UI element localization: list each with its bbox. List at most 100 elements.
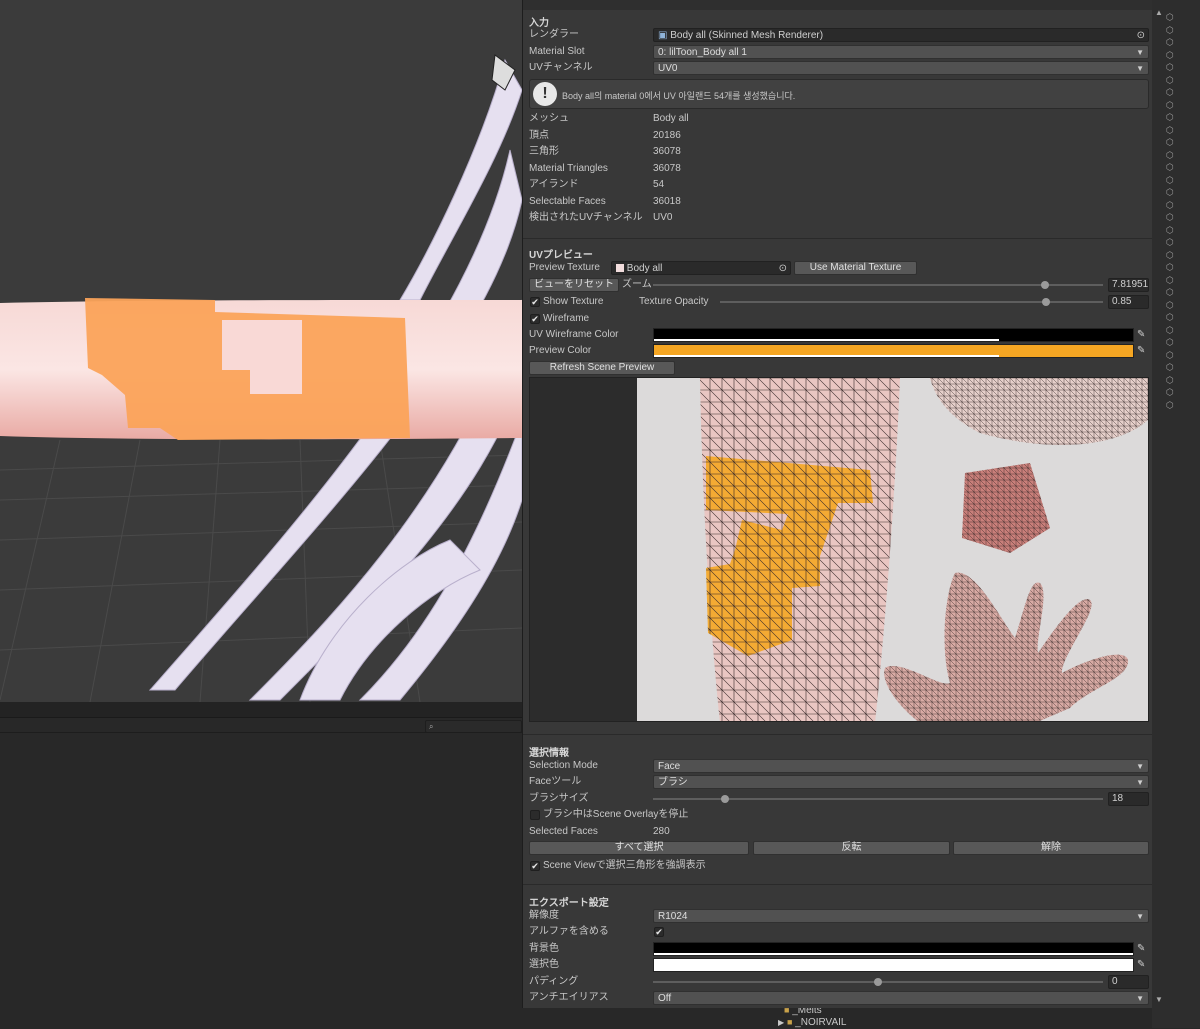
gameobject-cube-icon[interactable]: ⬡ [1166, 187, 1174, 197]
stat-value: 36078 [653, 162, 681, 174]
preview-color-field[interactable] [653, 344, 1134, 358]
resolution-dropdown[interactable]: R1024 ▼ [653, 909, 1149, 923]
gameobject-cube-icon[interactable]: ⬡ [1166, 12, 1174, 22]
gameobject-cube-icon[interactable]: ⬡ [1166, 137, 1174, 147]
gameobject-cube-icon[interactable]: ⬡ [1166, 362, 1174, 372]
scene-viewport-render[interactable] [0, 0, 522, 702]
gameobject-cube-icon[interactable]: ⬡ [1166, 237, 1174, 247]
preview-texture-value: Body all [626, 263, 663, 274]
gameobject-cube-icon[interactable]: ⬡ [1166, 112, 1174, 122]
gameobject-cube-icon[interactable]: ⬡ [1166, 325, 1174, 335]
gameobject-cube-icon[interactable]: ⬡ [1166, 100, 1174, 110]
include-alpha-checkbox[interactable]: ✔ [654, 927, 664, 937]
gameobject-cube-icon[interactable]: ⬡ [1166, 212, 1174, 222]
wireframe-checkbox[interactable]: ✔ [530, 314, 540, 324]
zoom-slider-knob[interactable] [1040, 281, 1049, 289]
gameobject-cube-icon[interactable]: ⬡ [1166, 225, 1174, 235]
uv-channel-label: UVチャンネル [529, 62, 593, 73]
eyedropper-icon[interactable]: ✎ [1137, 959, 1147, 971]
uv-preview-image[interactable] [530, 378, 1149, 722]
antialias-dropdown[interactable]: Off ▼ [653, 991, 1149, 1005]
brush-size-label: ブラシサイズ [529, 793, 589, 804]
gameobject-cube-icon[interactable]: ⬡ [1166, 50, 1174, 60]
scroll-down-icon[interactable]: ▼ [1155, 995, 1163, 1004]
texture-opacity-value-field[interactable]: 0.85 [1108, 295, 1149, 309]
gameobject-cube-icon[interactable]: ⬡ [1166, 125, 1174, 135]
texture-opacity-slider-knob[interactable] [1041, 298, 1050, 306]
material-slot-dropdown[interactable]: 0: lilToon_Body all 1 ▼ [653, 45, 1149, 59]
uv-wireframe-color-field[interactable] [653, 328, 1134, 342]
highlight-checkbox[interactable]: ✔ [530, 861, 540, 871]
zoom-slider[interactable] [653, 284, 1103, 286]
padding-slider-knob[interactable] [874, 978, 882, 986]
sel-color-field[interactable] [653, 958, 1134, 972]
object-picker-icon[interactable]: ⊙ [1137, 29, 1145, 41]
list-item[interactable]: ▶ ■ _NOIRVAIL [778, 1016, 846, 1028]
padding-value-field[interactable]: 0 [1108, 975, 1149, 989]
gameobject-cube-icon[interactable]: ⬡ [1166, 300, 1174, 310]
eyedropper-icon[interactable]: ✎ [1137, 345, 1147, 357]
stat-value: Body all [653, 113, 689, 124]
gameobject-cube-icon[interactable]: ⬡ [1166, 87, 1174, 97]
gameobject-cube-icon[interactable]: ⬡ [1166, 175, 1174, 185]
face-tool-label: Faceツール [529, 776, 582, 787]
gameobject-cube-icon[interactable]: ⬡ [1166, 37, 1174, 47]
chevron-down-icon: ▼ [1136, 778, 1144, 787]
gameobject-cube-icon[interactable]: ⬡ [1166, 25, 1174, 35]
eyedropper-icon[interactable]: ✎ [1137, 943, 1147, 955]
include-alpha-label: アルファを含める [529, 926, 609, 937]
scroll-up-icon[interactable]: ▲ [1155, 8, 1163, 17]
uv-preview-canvas[interactable] [529, 377, 1149, 722]
chevron-down-icon: ▼ [1136, 48, 1144, 57]
gameobject-cube-icon[interactable]: ⬡ [1166, 200, 1174, 210]
stat-label: Selectable Faces [529, 195, 606, 207]
select-all-button[interactable]: すべて選択 [529, 841, 749, 855]
object-picker-icon[interactable]: ⊙ [779, 262, 787, 274]
refresh-scene-preview-button[interactable]: Refresh Scene Preview [529, 361, 675, 375]
selection-mode-dropdown[interactable]: Face ▼ [653, 759, 1149, 773]
gameobject-cube-icon[interactable]: ⬡ [1166, 287, 1174, 297]
zoom-label: ズーム [622, 279, 652, 290]
gameobject-cube-icon[interactable]: ⬡ [1166, 150, 1174, 160]
renderer-field[interactable]: ▣ Body all (Skinned Mesh Renderer) ⊙ [653, 28, 1149, 42]
preview-texture-label: Preview Texture [529, 262, 600, 273]
texture-opacity-label: Texture Opacity [639, 296, 709, 307]
gameobject-cube-icon[interactable]: ⬡ [1166, 400, 1174, 410]
sel-color-label: 選択色 [529, 959, 559, 970]
gameobject-cube-icon[interactable]: ⬡ [1166, 375, 1174, 385]
use-material-texture-button[interactable]: Use Material Texture [794, 261, 917, 275]
gameobject-cube-icon[interactable]: ⬡ [1166, 350, 1174, 360]
face-tool-dropdown[interactable]: ブラシ ▼ [653, 775, 1149, 789]
renderer-label: レンダラー [529, 29, 579, 40]
gameobject-cube-icon[interactable]: ⬡ [1166, 275, 1174, 285]
eyedropper-icon[interactable]: ✎ [1137, 329, 1147, 341]
gameobject-cube-icon[interactable]: ⬡ [1166, 262, 1174, 272]
brush-size-slider-knob[interactable] [721, 795, 729, 803]
zoom-value-field[interactable]: 7.81951 [1108, 278, 1149, 292]
stat-label: 頂点 [529, 129, 549, 141]
brush-size-value-field[interactable]: 18 [1108, 792, 1149, 806]
clear-button[interactable]: 解除 [953, 841, 1149, 855]
section-header-uv-preview: UVプレビュー [529, 250, 593, 261]
show-texture-checkbox[interactable]: ✔ [530, 297, 540, 307]
stop-overlay-checkbox[interactable] [530, 810, 540, 820]
bg-color-field[interactable] [653, 942, 1134, 956]
renderer-value: Body all (Skinned Mesh Renderer) [670, 30, 824, 41]
gameobject-cube-icon[interactable]: ⬡ [1166, 312, 1174, 322]
gameobject-cube-icon[interactable]: ⬡ [1166, 75, 1174, 85]
gameobject-cube-icon[interactable]: ⬡ [1166, 337, 1174, 347]
hierarchy-strip: ⬡ ⬡ ⬡ ⬡ ⬡ ⬡ ⬡ ⬡ ⬡ ⬡ ⬡ ⬡ ⬡ ⬡ ⬡ ⬡ ⬡ ⬡ ⬡ ⬡ ⬡ ⬡ ⬡ ⬡ ⬡ ⬡ ⬡ ⬡ ⬡ ⬡ ⬡ ⬡ [1152, 0, 1200, 1028]
gameobject-cube-icon[interactable]: ⬡ [1166, 62, 1174, 72]
texture-thumbnail-icon [616, 264, 624, 273]
invert-button[interactable]: 反転 [753, 841, 950, 855]
scene-view[interactable] [0, 0, 522, 702]
reset-view-button[interactable]: ビューをリセット [529, 278, 619, 292]
preview-texture-field[interactable]: Body all ⊙ [611, 261, 791, 275]
chevron-down-icon: ▼ [1136, 64, 1144, 73]
chevron-down-icon: ▼ [1136, 762, 1144, 771]
uv-channel-dropdown[interactable]: UV0 ▼ [653, 61, 1149, 75]
gameobject-cube-icon[interactable]: ⬡ [1166, 250, 1174, 260]
gameobject-cube-icon[interactable]: ⬡ [1166, 162, 1174, 172]
stat-label: 三角形 [529, 146, 559, 157]
gameobject-cube-icon[interactable]: ⬡ [1166, 387, 1174, 397]
